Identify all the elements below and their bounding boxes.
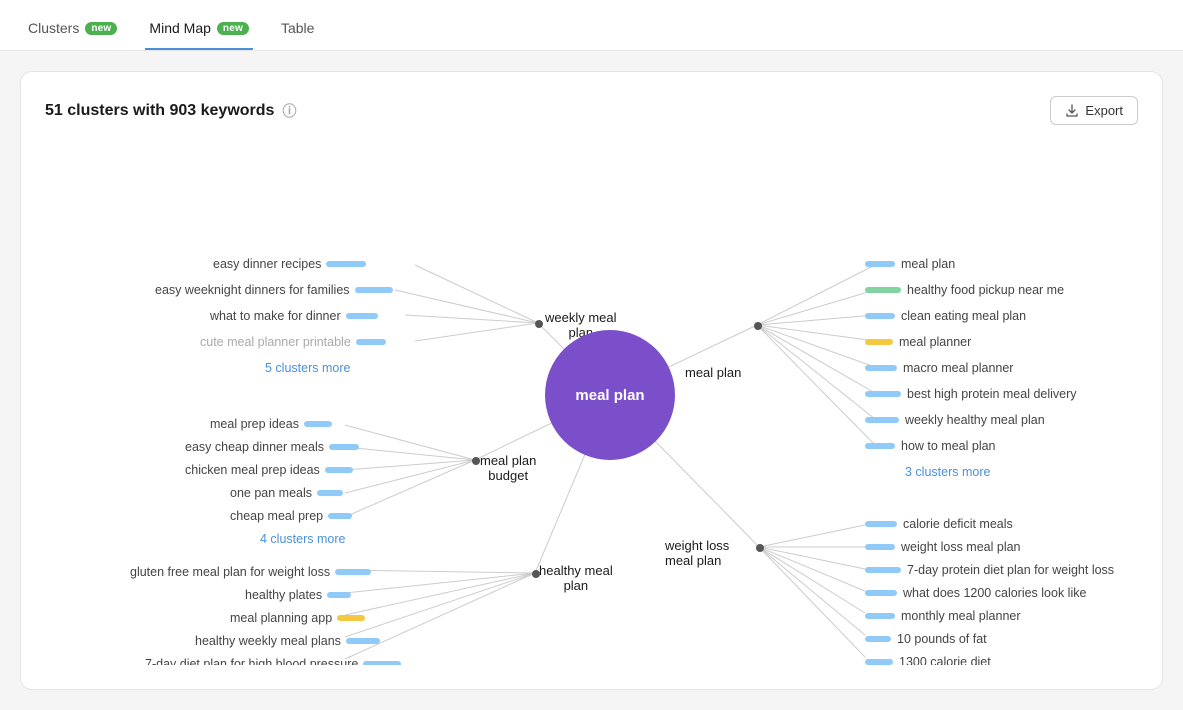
bar-gluten-free: [335, 569, 371, 575]
kw-gluten-free: gluten free meal plan for weight loss: [130, 565, 371, 579]
bar-cheap-meal-prep: [328, 513, 352, 519]
kw-clean-eating: clean eating meal plan: [865, 309, 1026, 323]
kw-3-clusters-more[interactable]: 3 clusters more: [905, 465, 990, 479]
export-button[interactable]: Export: [1050, 96, 1138, 125]
bar-healthy-weekly: [346, 638, 380, 644]
kw-calorie-deficit: calorie deficit meals: [865, 517, 1013, 531]
kw-meal-planner: meal planner: [865, 335, 971, 349]
mindmap-badge: new: [217, 22, 249, 35]
tab-clusters[interactable]: Clusters new: [24, 12, 121, 50]
dot-meal-plan-budget: [472, 457, 480, 465]
kw-healthy-food-pickup: healthy food pickup near me: [865, 283, 1064, 297]
mindmap-container: meal plan weekly mealplan meal planbudge…: [45, 145, 1138, 665]
bar-healthy-plates: [327, 592, 351, 598]
bar-easy-weeknight: [355, 287, 393, 293]
kw-weekly-healthy-meal-plan: weekly healthy meal plan: [865, 413, 1045, 427]
kw-easy-weeknight: easy weeknight dinners for families: [155, 283, 393, 297]
cluster-label-weight-loss-meal-plan: weight lossmeal plan: [665, 538, 729, 568]
kw-cute-meal-planner: cute meal planner printable: [200, 335, 386, 349]
info-icon[interactable]: ⓘ: [282, 101, 296, 121]
kw-chicken-meal-prep: chicken meal prep ideas: [185, 463, 353, 477]
tab-mindmap-label: Mind Map: [149, 20, 210, 36]
tab-table-label: Table: [281, 20, 314, 36]
kw-how-to-meal-plan: how to meal plan: [865, 439, 996, 453]
kw-macro-meal-planner: macro meal planner: [865, 361, 1013, 375]
bar-easy-cheap: [329, 444, 359, 450]
bar-chicken-meal-prep: [325, 467, 353, 473]
kw-meal-planning-app: meal planning app: [230, 611, 365, 625]
dot-meal-plan-right: [754, 322, 762, 330]
top-nav: Clusters new Mind Map new Table: [0, 0, 1183, 51]
dot-healthy-meal-plan: [532, 570, 540, 578]
kw-1300-calorie-diet: 1300 calorie diet: [865, 655, 991, 665]
kw-what-to-make: what to make for dinner: [210, 309, 378, 323]
tab-clusters-label: Clusters: [28, 20, 79, 36]
kw-meal-prep-ideas: meal prep ideas: [210, 417, 332, 431]
tab-mindmap[interactable]: Mind Map new: [145, 12, 253, 50]
center-node: meal plan: [545, 330, 675, 460]
bar-what-to-make: [346, 313, 378, 319]
kw-easy-cheap: easy cheap dinner meals: [185, 440, 359, 454]
tab-table[interactable]: Table: [277, 12, 318, 50]
bar-easy-dinner-recipes: [326, 261, 366, 267]
kw-4-clusters-more[interactable]: 4 clusters more: [260, 532, 345, 546]
kw-healthy-plates: healthy plates: [245, 588, 351, 602]
bar-one-pan: [317, 490, 343, 496]
kw-5-clusters-more[interactable]: 5 clusters more: [265, 361, 350, 375]
bar-meal-prep-ideas: [304, 421, 332, 427]
kw-one-pan: one pan meals: [230, 486, 343, 500]
kw-1200-calories: what does 1200 calories look like: [865, 586, 1086, 600]
center-node-label: meal plan: [575, 387, 644, 404]
kw-cheap-meal-prep: cheap meal prep: [230, 509, 352, 523]
export-label: Export: [1085, 103, 1123, 118]
cluster-label-healthy-meal-plan: healthy mealplan: [539, 563, 613, 593]
dot-weekly-meal-plan: [535, 320, 543, 328]
export-icon: [1065, 104, 1079, 118]
app-container: Clusters new Mind Map new Table 51 clust…: [0, 0, 1183, 710]
cluster-label-meal-plan-budget: meal planbudget: [480, 453, 536, 483]
card-header: 51 clusters with 903 keywords ⓘ Export: [45, 96, 1138, 125]
kw-monthly-meal-planner: monthly meal planner: [865, 609, 1021, 623]
bar-cute-meal-planner: [356, 339, 386, 345]
dot-weight-loss-meal-plan: [756, 544, 764, 552]
main-content: 51 clusters with 903 keywords ⓘ Export: [0, 51, 1183, 710]
kw-7day-blood-pressure: 7-day diet plan for high blood pressure: [145, 657, 401, 665]
kw-7day-protein: 7-day protein diet plan for weight loss: [865, 563, 1114, 577]
kw-meal-plan-r1: meal plan: [865, 257, 955, 271]
card-title: 51 clusters with 903 keywords ⓘ: [45, 101, 296, 121]
cluster-label-meal-plan-right: meal plan: [685, 365, 741, 380]
main-card: 51 clusters with 903 keywords ⓘ Export: [20, 71, 1163, 690]
kw-weight-loss-meal-plan: weight loss meal plan: [865, 540, 1021, 554]
kw-10-pounds-fat: 10 pounds of fat: [865, 632, 987, 646]
clusters-badge: new: [85, 22, 117, 35]
card-title-text: 51 clusters with 903 keywords: [45, 102, 274, 120]
kw-easy-dinner-recipes: easy dinner recipes: [213, 257, 366, 271]
kw-healthy-weekly: healthy weekly meal plans: [195, 634, 380, 648]
bar-7day-blood-pressure: [363, 661, 401, 665]
kw-best-high-protein: best high protein meal delivery: [865, 387, 1077, 401]
bar-meal-planning-app: [337, 615, 365, 621]
